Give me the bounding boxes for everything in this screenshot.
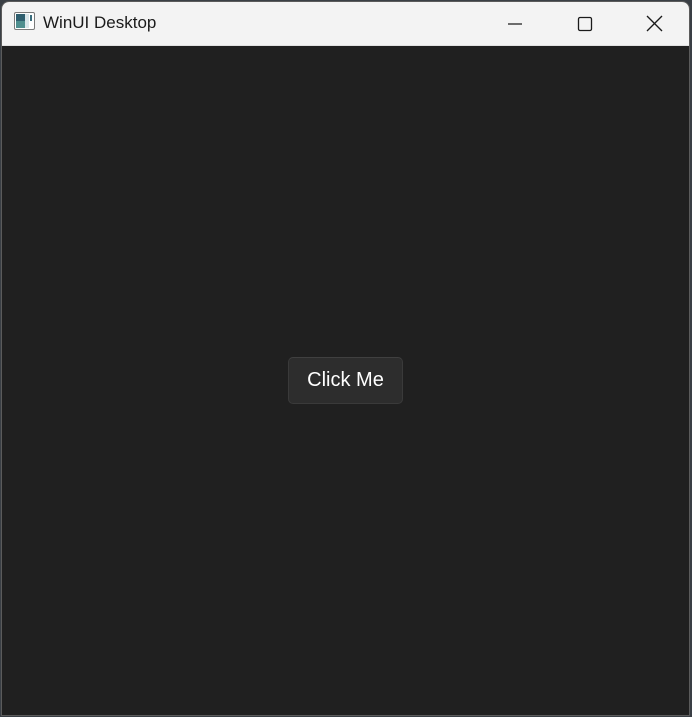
close-button[interactable] <box>619 2 689 45</box>
minimize-icon <box>507 16 523 32</box>
minimize-button[interactable] <box>480 2 550 45</box>
title-bar[interactable]: WinUI Desktop <box>2 2 689 46</box>
click-me-button[interactable]: Click Me <box>288 357 403 404</box>
winui-app-icon <box>14 12 35 30</box>
window-title: WinUI Desktop <box>43 13 157 32</box>
maximize-button[interactable] <box>550 2 620 45</box>
maximize-icon <box>577 16 593 32</box>
content-area: Click Me <box>2 46 689 715</box>
app-window: WinUI Desktop Click Me <box>2 2 689 715</box>
close-icon <box>646 15 663 32</box>
